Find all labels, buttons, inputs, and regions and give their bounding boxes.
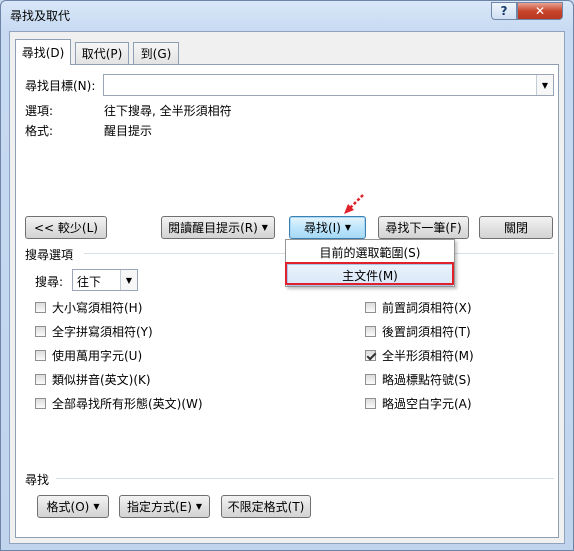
checkbox-label: 全半形須相符(M) (382, 349, 474, 363)
search-direction-label: 搜尋: (35, 275, 64, 289)
checkbox-box[interactable] (35, 398, 46, 409)
checkbox-whole-word[interactable]: 全字拼寫須相符(Y) (35, 323, 153, 340)
find-in-label: 尋找(I) (303, 221, 341, 235)
options-label: 選項: (25, 104, 54, 118)
search-direction-select[interactable]: 往下 ▼ (72, 269, 138, 291)
tab-goto[interactable]: 到(G) (133, 42, 179, 64)
divider (56, 478, 554, 479)
help-button[interactable]: ? (491, 2, 517, 20)
highlight-annotation-box (285, 262, 454, 285)
reading-highlight-button[interactable]: 閱讀醒目提示(R) ▼ (161, 216, 275, 239)
special-button-label: 指定方式(E) (126, 500, 192, 514)
checkbox-box[interactable] (365, 350, 376, 361)
checkbox-wildcards[interactable]: 使用萬用字元(U) (35, 347, 142, 364)
checkbox-all-word-forms[interactable]: 全部尋找所有形態(英文)(W) (35, 395, 203, 412)
find-in-button[interactable]: 尋找(I) ▼ (289, 216, 366, 239)
checkbox-label: 全部尋找所有形態(英文)(W) (52, 397, 203, 411)
checkbox-sounds-like[interactable]: 類似拼音(英文)(K) (35, 371, 151, 388)
checkbox-box[interactable] (365, 374, 376, 385)
dropdown-arrow-icon: ▼ (195, 502, 203, 511)
tab-find[interactable]: 尋找(D) (15, 39, 71, 65)
no-formatting-button[interactable]: 不限定格式(T) (221, 495, 311, 518)
checkbox-match-prefix[interactable]: 前置詞須相符(X) (365, 299, 472, 316)
checkbox-label: 類似拼音(英文)(K) (52, 373, 151, 387)
search-options-heading: 搜尋選項 (25, 248, 74, 262)
find-section-heading: 尋找 (25, 473, 50, 487)
less-button[interactable]: << 較少(L) (25, 216, 107, 239)
checkbox-label: 略過標點符號(S) (382, 373, 471, 387)
red-arrow-annotation-icon (344, 194, 364, 214)
checkbox-box[interactable] (365, 326, 376, 337)
dropdown-arrow-icon: ▼ (344, 223, 352, 232)
dialog-body: 尋找(D) 取代(P) 到(G) 尋找目標(N): ▼ 選項: 往下搜尋, 全半… (9, 31, 565, 544)
checkbox-box[interactable] (35, 326, 46, 337)
checkbox-box[interactable] (35, 374, 46, 385)
checkbox-match-width[interactable]: 全半形須相符(M) (365, 347, 474, 364)
dropdown-arrow-icon: ▼ (261, 223, 268, 232)
tab-replace[interactable]: 取代(P) (75, 42, 129, 64)
options-value: 往下搜尋, 全半形須相符 (104, 104, 232, 118)
chevron-down-icon[interactable]: ▼ (120, 270, 137, 290)
special-button[interactable]: 指定方式(E) ▼ (119, 495, 210, 518)
checkbox-box[interactable] (35, 302, 46, 313)
checkbox-label: 使用萬用字元(U) (52, 349, 143, 363)
format-value: 醒目提示 (104, 124, 153, 138)
checkbox-ignore-whitespace[interactable]: 略過空白字元(A) (365, 395, 472, 412)
close-button[interactable]: 關閉 (479, 216, 553, 239)
find-what-combobox[interactable]: ▼ (103, 74, 554, 96)
chevron-down-icon[interactable]: ▼ (536, 75, 553, 95)
format-button[interactable]: 格式(O) ▼ (37, 495, 109, 518)
checkbox-label: 大小寫須相符(H) (52, 301, 143, 315)
checkbox-box[interactable] (365, 398, 376, 409)
checkbox-label: 前置詞須相符(X) (382, 301, 472, 315)
checkbox-box[interactable] (35, 350, 46, 361)
dropdown-arrow-icon: ▼ (93, 502, 100, 511)
checkbox-ignore-punctuation[interactable]: 略過標點符號(S) (365, 371, 471, 388)
format-button-label: 格式(O) (46, 500, 90, 514)
find-what-label: 尋找目標(N): (25, 79, 96, 93)
title-bar[interactable]: 尋找及取代 ? ✕ (1, 1, 573, 29)
window-title: 尋找及取代 (10, 9, 71, 23)
close-window-button[interactable]: ✕ (517, 2, 563, 20)
menu-item-current-selection[interactable]: 目前的選取範圍(S) (287, 241, 453, 263)
checkbox-box[interactable] (365, 302, 376, 313)
reading-highlight-label: 閱讀醒目提示(R) (168, 221, 258, 235)
find-tab-panel: 尋找目標(N): ▼ 選項: 往下搜尋, 全半形須相符 格式: 醒目提示 << … (15, 64, 559, 538)
search-direction-value: 往下 (77, 275, 102, 289)
find-next-button[interactable]: 尋找下一筆(F) (378, 216, 469, 239)
checkbox-match-case[interactable]: 大小寫須相符(H) (35, 299, 142, 316)
checkbox-label: 略過空白字元(A) (382, 397, 472, 411)
checkbox-label: 全字拼寫須相符(Y) (52, 325, 153, 339)
checkbox-match-suffix[interactable]: 後置詞須相符(T) (365, 323, 471, 340)
format-label: 格式: (25, 124, 54, 138)
checkbox-label: 後置詞須相符(T) (382, 325, 471, 339)
